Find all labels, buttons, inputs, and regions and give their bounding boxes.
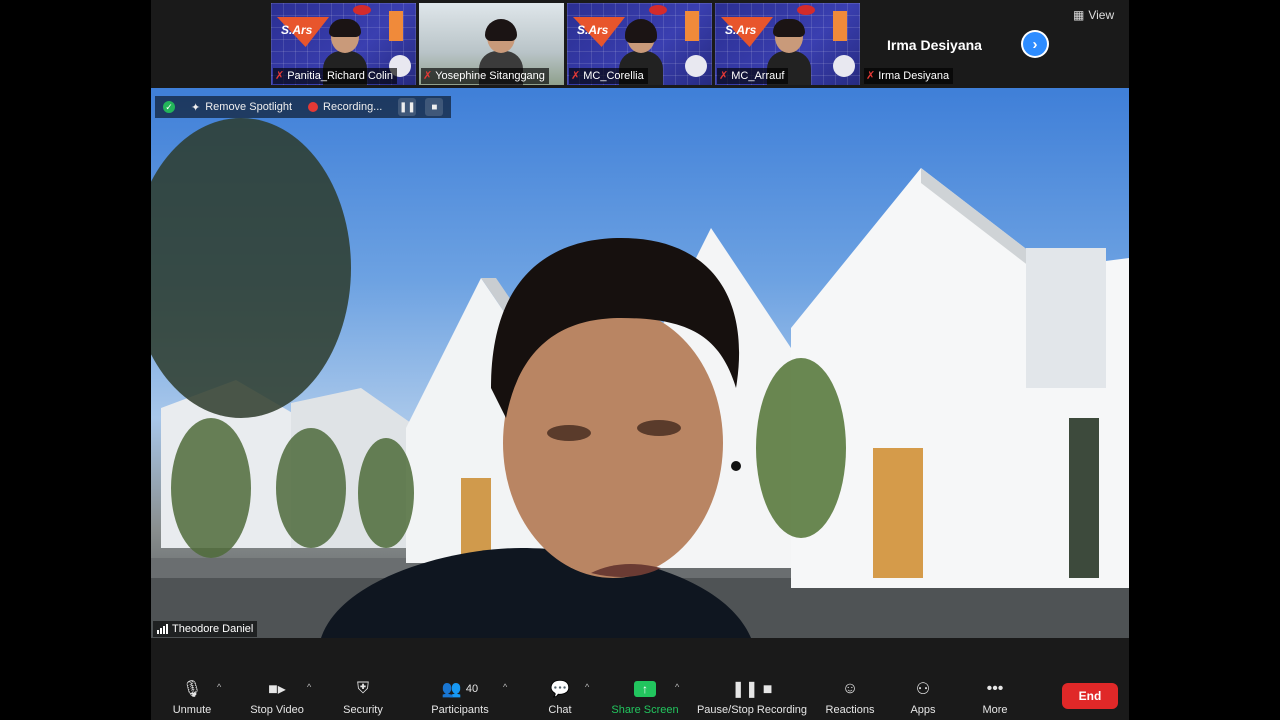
mic-muted-icon: ✗ bbox=[719, 70, 729, 82]
share-screen-icon: ↑ bbox=[634, 681, 656, 697]
event-logo-text: S.Ars bbox=[725, 23, 757, 37]
microphone-muted-icon: 🎙 bbox=[181, 681, 203, 698]
video-camera-icon: ■▸ bbox=[268, 681, 286, 698]
pause-stop-recording-label: Pause/Stop Recording bbox=[696, 704, 808, 716]
security-button[interactable]: ⛨ Security bbox=[341, 678, 385, 716]
reactions-button[interactable]: ☺ Reactions bbox=[825, 678, 875, 716]
share-screen-label: Share Screen bbox=[611, 704, 679, 716]
mic-muted-icon: ✗ bbox=[866, 70, 876, 82]
next-page-button[interactable]: › bbox=[1021, 30, 1049, 58]
view-label: View bbox=[1088, 8, 1115, 22]
chat-options-caret[interactable]: ^ bbox=[585, 682, 589, 692]
pause-stop-recording-icon: ❚❚ ■ bbox=[731, 681, 773, 698]
shield-icon: ⛨ bbox=[356, 680, 369, 697]
unmute-button[interactable]: 🎙 Unmute bbox=[169, 678, 215, 716]
event-logo-text: S.Ars bbox=[577, 23, 609, 37]
mic-muted-icon: ✗ bbox=[423, 70, 433, 82]
participant-thumbnail[interactable]: S.Ars ✗ Panitia_Richard Colin bbox=[271, 3, 416, 85]
audio-options-caret[interactable]: ^ bbox=[217, 682, 221, 692]
reactions-label: Reactions bbox=[825, 704, 875, 716]
pause-recording-button[interactable]: ❚❚ bbox=[398, 98, 417, 116]
gallery-strip: S.Ars ✗ Panitia_Richard Colin ✗ Yosephin… bbox=[151, 0, 1129, 88]
signal-strength-icon bbox=[157, 624, 168, 634]
end-meeting-button[interactable]: End bbox=[1062, 683, 1118, 709]
chat-label: Chat bbox=[548, 704, 572, 716]
speaker-name: Theodore Daniel bbox=[172, 623, 254, 635]
more-label: More bbox=[982, 704, 1008, 716]
unmute-label: Unmute bbox=[172, 704, 212, 716]
stop-video-button[interactable]: ■▸ Stop Video bbox=[247, 678, 307, 716]
mic-muted-icon: ✗ bbox=[571, 70, 581, 82]
participants-icon: 👥 bbox=[441, 681, 462, 698]
chat-button[interactable]: 💬 Chat bbox=[545, 678, 575, 716]
participant-name-label: ✗ Irma Desiyana bbox=[864, 68, 954, 84]
stop-recording-button[interactable]: ■ bbox=[425, 98, 444, 116]
participants-count: 40 bbox=[465, 683, 479, 695]
remove-spotlight-label: Remove Spotlight bbox=[205, 101, 293, 113]
meeting-toolbar: 🎙 Unmute ^ ■▸ Stop Video ^ ⛨ Security 👥 … bbox=[151, 638, 1129, 720]
pin-icon: ✦ bbox=[191, 101, 201, 114]
participant-name: Panitia_Richard Colin bbox=[287, 70, 393, 82]
apps-icon: ⚇ bbox=[915, 681, 931, 698]
more-button[interactable]: ••• More bbox=[979, 678, 1011, 716]
participant-name: Irma Desiyana bbox=[878, 70, 950, 82]
recording-label: Recording... bbox=[323, 101, 383, 113]
participant-name-label: ✗ MC_Arrauf bbox=[717, 68, 789, 84]
participants-label: Participants bbox=[431, 704, 489, 716]
participant-name-label: ✗ Yosephine Sitanggang bbox=[421, 68, 549, 84]
more-dots-icon: ••• bbox=[986, 680, 1004, 697]
speaker-name-label: Theodore Daniel bbox=[153, 621, 258, 637]
event-logo-text: S.Ars bbox=[281, 23, 313, 37]
grid-icon: ▦ bbox=[1073, 8, 1085, 22]
participant-thumbnail[interactable]: ✗ Yosephine Sitanggang bbox=[419, 3, 564, 85]
chat-bubble-icon: 💬 bbox=[550, 681, 570, 698]
recording-dot-icon bbox=[308, 102, 319, 112]
view-button[interactable]: ▦ View bbox=[1073, 8, 1114, 22]
participant-display-name: Irma Desiyana bbox=[887, 37, 982, 53]
emoji-plus-icon: ☺ bbox=[841, 680, 859, 697]
participant-name: MC_Corellia bbox=[583, 70, 644, 82]
apps-label: Apps bbox=[910, 704, 936, 716]
apps-button[interactable]: ⚇ Apps bbox=[907, 678, 939, 716]
security-label: Security bbox=[343, 704, 383, 716]
zoom-meeting-window: S.Ars ✗ Panitia_Richard Colin ✗ Yosephin… bbox=[151, 0, 1129, 720]
meeting-status-bar: ✓ ✦ Remove Spotlight Recording... ❚❚ ■ bbox=[155, 96, 452, 118]
mic-muted-icon: ✗ bbox=[275, 70, 285, 82]
participants-options-caret[interactable]: ^ bbox=[503, 682, 507, 692]
encryption-shield-icon[interactable]: ✓ bbox=[163, 101, 175, 113]
video-options-caret[interactable]: ^ bbox=[307, 682, 311, 692]
speaker-video-background bbox=[151, 118, 1129, 638]
stop-video-label: Stop Video bbox=[250, 704, 304, 716]
participant-name-label: ✗ MC_Corellia bbox=[569, 68, 648, 84]
share-screen-button[interactable]: ↑ Share Screen bbox=[611, 678, 679, 716]
chevron-right-icon: › bbox=[1023, 32, 1047, 56]
participant-thumbnail[interactable]: S.Ars ✗ MC_Arrauf bbox=[715, 3, 860, 85]
pause-stop-recording-button[interactable]: ❚❚ ■ Pause/Stop Recording bbox=[696, 678, 808, 716]
participant-thumbnail[interactable]: S.Ars ✗ MC_Corellia bbox=[567, 3, 712, 85]
participants-button[interactable]: 👥 40 Participants bbox=[427, 678, 493, 716]
recording-indicator: Recording... bbox=[300, 96, 390, 118]
participant-name: Yosephine Sitanggang bbox=[435, 70, 545, 82]
participant-name-label: ✗ Panitia_Richard Colin bbox=[273, 68, 397, 84]
participant-thumbnail-no-video[interactable]: Irma Desiyana ✗ Irma Desiyana bbox=[862, 3, 1007, 85]
remove-spotlight-button[interactable]: ✦ Remove Spotlight bbox=[183, 96, 300, 118]
participant-name: MC_Arrauf bbox=[731, 70, 785, 82]
active-speaker-video: ✓ ✦ Remove Spotlight Recording... ❚❚ ■ T… bbox=[151, 88, 1129, 638]
share-options-caret[interactable]: ^ bbox=[675, 682, 679, 692]
